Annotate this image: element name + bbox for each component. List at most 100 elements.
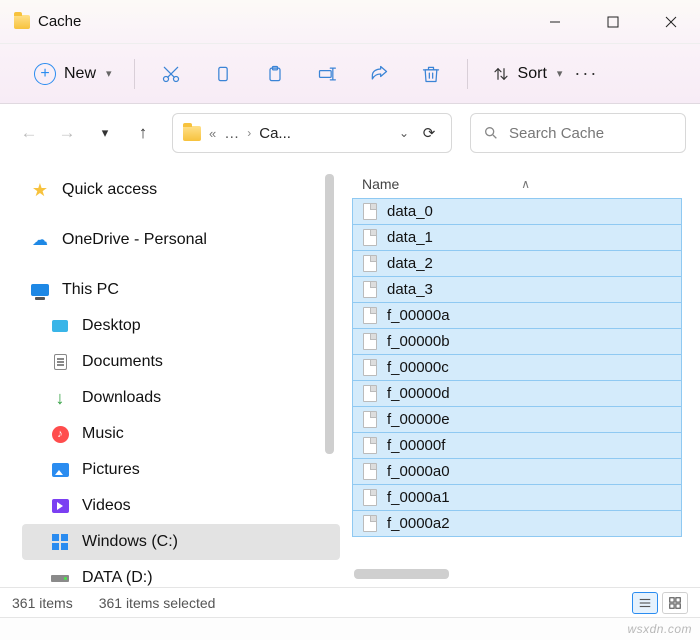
sidebar-item-downloads[interactable]: ↓Downloads — [22, 380, 340, 416]
desktop-icon — [50, 316, 70, 336]
file-row[interactable]: f_0000a2 — [352, 510, 682, 537]
file-row[interactable]: f_00000c — [352, 354, 682, 381]
plus-icon: + — [34, 63, 56, 85]
search-icon — [483, 125, 499, 141]
breadcrumb-current[interactable]: Ca... — [259, 125, 291, 142]
recent-button[interactable]: ▾ — [90, 113, 120, 153]
file-name: f_00000a — [387, 307, 450, 324]
pictures-icon — [50, 460, 70, 480]
sidebar-item-this-pc[interactable]: This PC — [22, 272, 340, 308]
file-icon — [363, 203, 377, 220]
back-button[interactable]: ← — [14, 113, 44, 153]
file-name: data_1 — [387, 229, 433, 246]
status-selected-count: 361 items selected — [99, 595, 216, 611]
search-box[interactable]: Search Cache — [470, 113, 686, 153]
delete-button[interactable] — [407, 54, 455, 94]
file-name: f_0000a0 — [387, 463, 450, 480]
sidebar-item-videos[interactable]: Videos — [22, 488, 340, 524]
file-row[interactable]: f_00000a — [352, 302, 682, 329]
more-button[interactable]: ··· — [566, 63, 606, 84]
file-row[interactable]: f_00000d — [352, 380, 682, 407]
file-icon — [363, 359, 377, 376]
nav-bar: ← → ▾ ↑ « … › Ca... ⌄ ⟳ Search Cache — [0, 104, 700, 162]
details-view-button[interactable] — [632, 592, 658, 614]
sort-label: Sort — [518, 65, 547, 83]
file-row[interactable]: f_0000a0 — [352, 458, 682, 485]
file-icon — [363, 489, 377, 506]
folder-icon — [14, 15, 30, 29]
file-name: f_0000a2 — [387, 515, 450, 532]
drive-icon — [50, 568, 70, 587]
file-name: data_0 — [387, 203, 433, 220]
paste-button[interactable] — [251, 54, 299, 94]
sidebar-item-data-d[interactable]: DATA (D:) — [22, 560, 340, 587]
file-icon — [363, 515, 377, 532]
file-row[interactable]: f_00000b — [352, 328, 682, 355]
status-item-count: 361 items — [12, 595, 73, 611]
refresh-button[interactable]: ⟳ — [417, 124, 441, 142]
file-row[interactable]: f_0000a1 — [352, 484, 682, 511]
rename-button[interactable] — [303, 54, 351, 94]
close-button[interactable] — [642, 0, 700, 44]
maximize-button[interactable] — [584, 0, 642, 44]
sidebar-item-quick-access[interactable]: ★Quick access — [22, 172, 340, 208]
file-name: f_00000b — [387, 333, 450, 350]
up-button[interactable]: ↑ — [128, 113, 158, 153]
file-list[interactable]: data_0 data_1 data_2 data_3 f_00000a f_00000b… — [352, 198, 682, 563]
file-row[interactable]: f_00000e — [352, 406, 682, 433]
file-row[interactable]: data_2 — [352, 250, 682, 277]
chevron-down-icon: ▾ — [106, 67, 112, 80]
file-icon — [363, 437, 377, 454]
breadcrumb-ellipsis[interactable]: … — [224, 125, 239, 142]
separator — [134, 59, 135, 89]
document-icon — [50, 352, 70, 372]
file-name: data_2 — [387, 255, 433, 272]
file-row[interactable]: data_0 — [352, 198, 682, 225]
file-icon — [363, 307, 377, 324]
status-bar: 361 items 361 items selected — [0, 587, 700, 617]
file-name: f_0000a1 — [387, 489, 450, 506]
forward-button[interactable]: → — [52, 113, 82, 153]
file-name: data_3 — [387, 281, 433, 298]
address-bar[interactable]: « … › Ca... ⌄ ⟳ — [172, 113, 452, 153]
file-list-pane: Name ∧ data_0 data_1 data_2 data_3 f_00000af… — [340, 162, 700, 587]
title-bar[interactable]: Cache — [0, 0, 700, 44]
window-title: Cache — [38, 13, 81, 30]
thumbnails-view-button[interactable] — [662, 592, 688, 614]
watermark: wsxdn.com — [627, 622, 692, 636]
file-explorer-window: Cache + New ▾ Sort ▾ ··· ← → ▾ ↑ — [0, 0, 700, 618]
copy-button[interactable] — [199, 54, 247, 94]
file-icon — [363, 463, 377, 480]
file-row[interactable]: data_1 — [352, 224, 682, 251]
chevron-down-icon[interactable]: ⌄ — [399, 126, 409, 140]
sort-indicator-icon: ∧ — [399, 177, 652, 191]
chevron-right-icon: › — [247, 126, 251, 140]
cut-button[interactable] — [147, 54, 195, 94]
scrollbar[interactable] — [325, 174, 334, 454]
sidebar-item-desktop[interactable]: Desktop — [22, 308, 340, 344]
new-button[interactable]: + New ▾ — [24, 57, 122, 91]
minimize-button[interactable] — [526, 0, 584, 44]
cloud-icon: ☁ — [30, 230, 50, 250]
file-icon — [363, 411, 377, 428]
sidebar-item-music[interactable]: ♪Music — [22, 416, 340, 452]
file-name: f_00000d — [387, 385, 450, 402]
search-placeholder: Search Cache — [509, 125, 604, 142]
folder-icon — [183, 126, 201, 141]
file-icon — [363, 255, 377, 272]
column-header-name[interactable]: Name ∧ — [352, 170, 682, 198]
file-row[interactable]: f_00000f — [352, 432, 682, 459]
file-icon — [363, 281, 377, 298]
sort-button[interactable]: Sort ▾ — [492, 65, 563, 83]
sidebar-item-onedrive[interactable]: ☁OneDrive - Personal — [22, 222, 340, 258]
new-label: New — [64, 65, 96, 83]
chevron-down-icon: ▾ — [557, 67, 563, 80]
share-button[interactable] — [355, 54, 403, 94]
sidebar-item-documents[interactable]: Documents — [22, 344, 340, 380]
navigation-pane: ★Quick access ☁OneDrive - Personal This … — [0, 162, 340, 587]
file-row[interactable]: data_3 — [352, 276, 682, 303]
sidebar-item-pictures[interactable]: Pictures — [22, 452, 340, 488]
sidebar-item-windows-c[interactable]: Windows (C:) — [22, 524, 340, 560]
separator — [467, 59, 468, 89]
horizontal-scrollbar[interactable] — [352, 567, 682, 581]
